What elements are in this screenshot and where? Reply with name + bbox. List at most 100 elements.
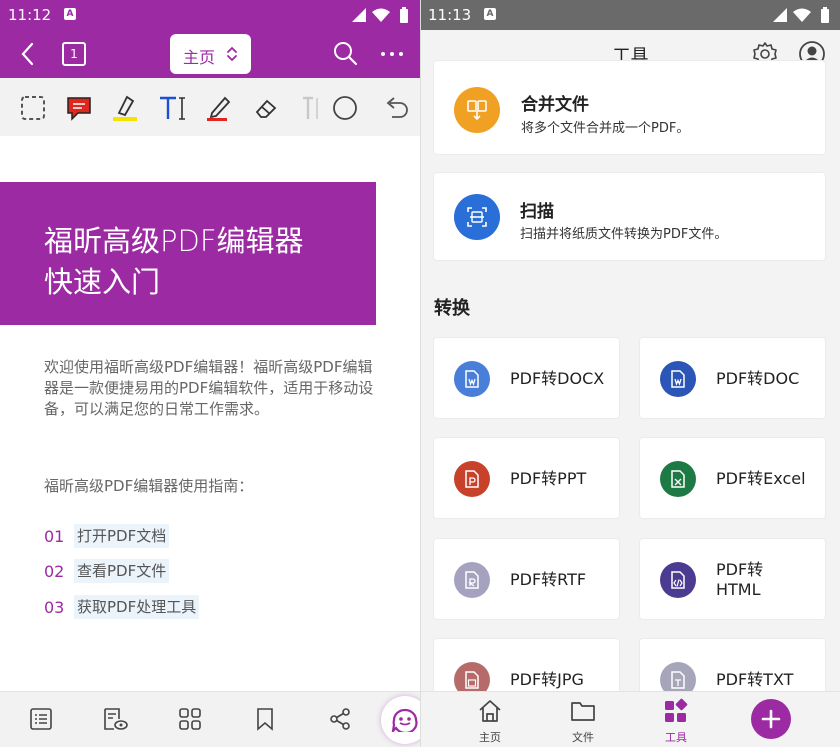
doc-icon-circle <box>660 361 696 397</box>
convert-pdf-to-excel[interactable]: PDF转Excel <box>639 437 826 519</box>
pencil-icon[interactable] <box>204 93 234 123</box>
step-link[interactable]: 打开PDF文档 <box>74 524 170 548</box>
search-icon[interactable] <box>332 40 358 66</box>
guide-title: 福昕高级PDF编辑器使用指南： <box>44 477 254 495</box>
step-link[interactable]: 查看PDF文件 <box>74 559 170 583</box>
nav-home[interactable]: 主页 <box>460 698 520 744</box>
text-file-icon <box>671 671 685 689</box>
merge-files-card[interactable]: 合并文件 将多个文件合并成一个PDF。 <box>433 60 826 155</box>
step-number: 01 <box>44 527 65 546</box>
convert-pdf-to-ppt[interactable]: PDF转PPT <box>433 437 620 519</box>
convert-label: PDF转RTF <box>510 570 587 589</box>
merge-icon-circle <box>454 87 500 133</box>
html-icon-circle <box>660 562 696 598</box>
html-code-icon <box>671 571 685 589</box>
step-link[interactable]: 获取PDF处理工具 <box>74 595 200 619</box>
convert-label: PDF转JPG <box>510 670 584 689</box>
convert-pdf-to-rtf[interactable]: PDF转RTF <box>433 538 620 620</box>
thumbnails-grid-icon[interactable] <box>178 707 202 731</box>
view-mode-button[interactable]: 主页 <box>170 34 251 74</box>
convert-label: PDF转PPT <box>510 469 587 488</box>
bookmark-icon[interactable] <box>254 707 276 731</box>
nav-files[interactable]: 文件 <box>553 698 613 744</box>
merge-desc: 将多个文件合并成一个PDF。 <box>521 121 690 136</box>
convert-label: PDF转DOC <box>716 369 800 388</box>
ppt-icon-circle <box>454 461 490 497</box>
excel-icon <box>671 470 685 488</box>
step-number: 02 <box>44 562 65 581</box>
intro-paragraph: 欢迎使用福昕高级PDF编辑器！福昕高级PDF编辑器是一款便捷易用的PDF编辑软件… <box>44 358 374 418</box>
image-icon <box>465 671 479 689</box>
word-doc-icon <box>465 370 479 388</box>
scan-icon <box>467 207 487 227</box>
status-icons <box>352 7 408 23</box>
convert-label-line1: PDF转 <box>716 560 764 579</box>
status-bar: 11:13 A <box>421 0 840 30</box>
scan-icon-circle <box>454 194 500 240</box>
ppt-icon <box>465 470 479 488</box>
tools-grid-icon <box>665 698 688 722</box>
status-time: 11:12 <box>8 6 52 24</box>
convert-pdf-to-docx[interactable]: PDF转DOCX <box>433 337 620 419</box>
convert-label: PDF转DOCX <box>510 369 605 388</box>
notification-icon: A <box>484 8 496 20</box>
sort-updown-icon <box>227 46 237 62</box>
nav-tools[interactable]: 工具 <box>646 698 706 744</box>
banner-title-line2: 快速入门 <box>44 265 161 299</box>
scan-desc: 扫描并将纸质文件转换为PDF文件。 <box>520 227 728 242</box>
tools-screen: 11:13 A 工具 合并文件 将多个文件合并成一个PDF。 扫描 扫描并将纸质… <box>421 0 840 747</box>
rtf-icon-circle <box>454 562 490 598</box>
page-number-button[interactable]: 1 <box>62 42 86 66</box>
scan-card[interactable]: 扫描 扫描并将纸质文件转换为PDF文件。 <box>433 172 826 261</box>
convert-section-title: 转换 <box>434 298 470 319</box>
bottom-navigation: 主页 文件 工具 <box>421 691 840 747</box>
ai-assistant-button[interactable] <box>381 696 420 744</box>
text-tool-icon[interactable] <box>157 93 187 123</box>
reading-mode-icon[interactable] <box>102 707 128 731</box>
banner-title-line1: 福昕高级PDF编辑器 <box>44 224 304 258</box>
more-icon[interactable] <box>380 42 404 66</box>
edit-text-icon[interactable] <box>297 93 327 123</box>
convert-label-line2: HTML <box>716 580 761 599</box>
select-area-icon[interactable] <box>18 93 48 123</box>
comment-note-icon[interactable] <box>64 93 94 123</box>
annotation-toolbar <box>0 78 420 136</box>
outline-list-icon[interactable] <box>29 707 53 731</box>
convert-label: PDF转 HTML <box>716 560 763 600</box>
shape-circle-icon[interactable] <box>331 93 361 123</box>
add-button[interactable] <box>751 699 791 739</box>
convert-pdf-to-html[interactable]: PDF转 HTML <box>639 538 826 620</box>
convert-label: PDF转TXT <box>716 670 794 689</box>
convert-label: PDF转Excel <box>716 469 806 488</box>
nav-files-label: 文件 <box>572 731 594 744</box>
rtf-icon <box>465 571 479 589</box>
nav-tools-label: 工具 <box>665 731 687 744</box>
nav-home-label: 主页 <box>479 731 501 744</box>
merge-icon <box>467 100 487 121</box>
scan-title: 扫描 <box>520 202 554 222</box>
excel-icon-circle <box>660 461 696 497</box>
word-doc-icon <box>671 370 685 388</box>
editor-screen: 11:12 A 1 主页 福昕高级PDF编辑器 快速入门 欢迎使用福昕高级PDF… <box>0 0 420 747</box>
docx-icon-circle <box>454 361 490 397</box>
back-icon[interactable] <box>16 41 40 67</box>
status-bar: 11:12 A <box>0 0 420 30</box>
convert-pdf-to-doc[interactable]: PDF转DOC <box>639 337 826 419</box>
editor-bottom-bar <box>0 691 420 747</box>
assistant-face-icon <box>391 708 418 732</box>
share-icon[interactable] <box>328 707 352 731</box>
editor-topbar: 1 主页 <box>0 30 420 78</box>
undo-icon[interactable] <box>381 93 411 123</box>
status-icons <box>773 7 829 23</box>
notification-icon: A <box>64 8 76 20</box>
folder-icon <box>571 702 595 721</box>
document-banner: 福昕高级PDF编辑器 快速入门 <box>0 182 376 325</box>
status-time: 11:13 <box>428 6 472 24</box>
step-number: 03 <box>44 598 65 617</box>
plus-icon <box>761 709 781 729</box>
home-icon <box>479 700 501 722</box>
highlighter-icon[interactable] <box>110 93 140 123</box>
view-mode-label: 主页 <box>183 48 216 67</box>
merge-title: 合并文件 <box>521 95 589 115</box>
eraser-icon[interactable] <box>251 93 281 123</box>
